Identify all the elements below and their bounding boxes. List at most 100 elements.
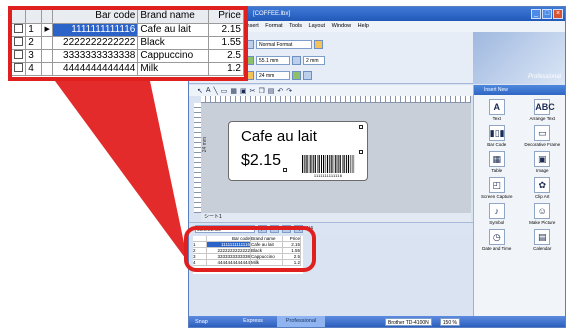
table-row[interactable]: 2 2222222222222 Black 1.55 — [12, 36, 244, 50]
cell-barcode[interactable]: 1111111111116 — [52, 23, 139, 37]
cell-price[interactable]: 1.2 — [208, 62, 244, 76]
cell-barcode[interactable]: 3333333333338 — [52, 49, 139, 63]
table-row[interactable]: 3 3333333333338 Cappuccino 2.5 — [12, 49, 244, 63]
cell-brand[interactable]: Milk — [137, 62, 210, 76]
paste-icon[interactable]: ▤ — [268, 87, 275, 95]
printer-select[interactable]: Brother TD-4100N — [385, 317, 432, 326]
image-tool-icon[interactable]: ▣ — [240, 87, 247, 95]
mode-express-button[interactable]: Express — [229, 316, 277, 327]
barcode-bar — [351, 155, 353, 173]
field-anchor-name — [359, 125, 363, 129]
insert-item-image[interactable]: ▣ Image — [520, 151, 566, 173]
insert-item-label: Image — [535, 168, 549, 173]
column-header-barcode[interactable]: Bar code — [52, 10, 139, 24]
mode-professional-button[interactable]: Professional — [277, 316, 325, 327]
row-checkbox[interactable] — [12, 23, 27, 37]
row-checkbox[interactable] — [12, 36, 27, 50]
label-preview[interactable]: Cafe au lait $2.15 1111111111116 — [228, 121, 368, 181]
snap-toggle[interactable]: Snap — [189, 319, 229, 325]
sheet-tab[interactable]: シート1 — [201, 213, 471, 222]
menu-format[interactable]: Format — [265, 23, 282, 29]
barcode-bar — [345, 155, 347, 173]
auto-fit-icon[interactable] — [292, 70, 301, 80]
format-combo[interactable]: Normal Format — [256, 39, 312, 49]
redo-icon[interactable]: ↷ — [286, 87, 292, 95]
barcode-bar — [326, 155, 329, 173]
minimize-button[interactable]: _ — [531, 9, 541, 19]
insert-item-symbol[interactable]: ♪ Symbol — [474, 203, 520, 225]
label-price[interactable]: $2.15 — [241, 152, 281, 170]
current-record-pointer-icon: ▶ — [41, 23, 53, 37]
barcode-bar — [317, 155, 318, 173]
table-header-row: Bar code Brand name Price — [12, 10, 244, 24]
cell-brand[interactable]: Cafe au lait — [137, 23, 210, 37]
maximize-button[interactable]: □ — [542, 9, 552, 19]
table-row[interactable]: 1 ▶ 1111111111116 Cafe au lait 2.15 — [12, 23, 244, 37]
label-brand-name[interactable]: Cafe au lait — [241, 128, 317, 145]
length-combo[interactable]: 24 mm — [256, 70, 290, 80]
cell-price[interactable]: 2.15 — [208, 23, 244, 37]
barcode-bar — [339, 155, 341, 173]
menu-help[interactable]: Help — [358, 23, 369, 29]
line-tool-icon[interactable]: ╲ — [214, 87, 218, 95]
status-bar: Snap Express Professional Brother TD-410… — [189, 316, 565, 327]
width-combo[interactable]: 55.1 mm — [256, 55, 290, 65]
barcode-bar — [343, 155, 345, 173]
margin-combo[interactable]: 2 mm — [303, 55, 325, 65]
cut-icon[interactable]: ✂ — [250, 87, 256, 95]
close-button[interactable]: × — [553, 9, 563, 19]
insert-item-make-picture[interactable]: ☺ Make Picture — [520, 203, 566, 225]
label-barcode[interactable] — [301, 155, 355, 173]
insert-item-arrange-text[interactable]: ABC Arrange Text — [520, 99, 566, 121]
insert-item-label: Decorative Frame — [524, 142, 561, 147]
cell-brand[interactable]: Cappuccino — [137, 49, 210, 63]
row-checkbox[interactable] — [12, 49, 27, 63]
label-icon[interactable] — [314, 39, 323, 49]
copy-icon[interactable]: ❐ — [259, 87, 265, 95]
text-tool-icon[interactable]: A — [206, 87, 211, 94]
cell-brand[interactable]: Black — [137, 36, 210, 50]
layout-canvas[interactable]: 24 mm Cafe au lait $2.15 1111111111116 — [201, 103, 471, 213]
insert-new-panel: Insert New A Text ABC Arrange Text ▮▯▮ Bar Co… — [473, 85, 565, 319]
row-checkbox[interactable] — [12, 62, 27, 76]
margin-icon[interactable] — [292, 55, 301, 65]
table-icon: ▦ — [488, 151, 505, 167]
insert-item-table[interactable]: ▦ Table — [474, 151, 520, 173]
menu-window[interactable]: Window — [332, 23, 352, 29]
insert-item-calendar[interactable]: ▤ Calendar — [520, 229, 566, 251]
insert-item-screen-capture[interactable]: ◰ Screen Capture — [474, 177, 520, 199]
barcode-bar — [318, 155, 320, 173]
barcode-bar — [325, 155, 326, 173]
insert-item-bar-code[interactable]: ▮▯▮ Bar Code — [474, 125, 520, 147]
zoom-select[interactable]: 150 % — [439, 317, 460, 326]
column-header-price[interactable]: Price — [208, 10, 244, 24]
table-tool-icon[interactable]: ▦ — [230, 87, 237, 95]
barcode-bar — [310, 155, 312, 173]
menu-tools[interactable]: Tools — [289, 23, 302, 29]
barcode-bar — [331, 155, 333, 173]
horizontal-ruler — [201, 96, 471, 103]
barcode-bar — [342, 155, 343, 173]
field-anchor-barcode — [359, 150, 363, 154]
barcode-bar — [350, 155, 351, 173]
vertical-ruler — [194, 103, 201, 213]
cell-price[interactable]: 2.5 — [208, 49, 244, 63]
cell-barcode[interactable]: 4444444444444 — [52, 62, 139, 76]
insert-item-text[interactable]: A Text — [474, 99, 520, 121]
cell-price[interactable]: 1.55 — [208, 36, 244, 50]
barcode-bar — [329, 155, 331, 173]
undo-icon[interactable]: ↶ — [277, 87, 283, 95]
label-barcode-digits: 1111111111116 — [313, 173, 343, 178]
insert-item-clip-art[interactable]: ✿ Clip Art — [520, 177, 566, 199]
select-arrow-icon[interactable]: ↖ — [197, 87, 203, 95]
toolbar-row-length: 24 mm — [245, 69, 312, 81]
rect-tool-icon[interactable]: ▭ — [221, 87, 228, 95]
column-header-brand[interactable]: Brand name — [137, 10, 210, 24]
text-icon[interactable] — [303, 70, 312, 80]
insert-item-decorative-frame[interactable]: ▭ Decorative Frame — [520, 125, 566, 147]
table-row[interactable]: 4 4444444444444 Milk 1.2 — [12, 62, 244, 76]
cell-barcode[interactable]: 2222222222222 — [52, 36, 139, 50]
insert-item-date-and-time[interactable]: ◷ Date and Time — [474, 229, 520, 251]
menu-layout[interactable]: Layout — [309, 23, 326, 29]
field-anchor-price — [283, 168, 287, 172]
